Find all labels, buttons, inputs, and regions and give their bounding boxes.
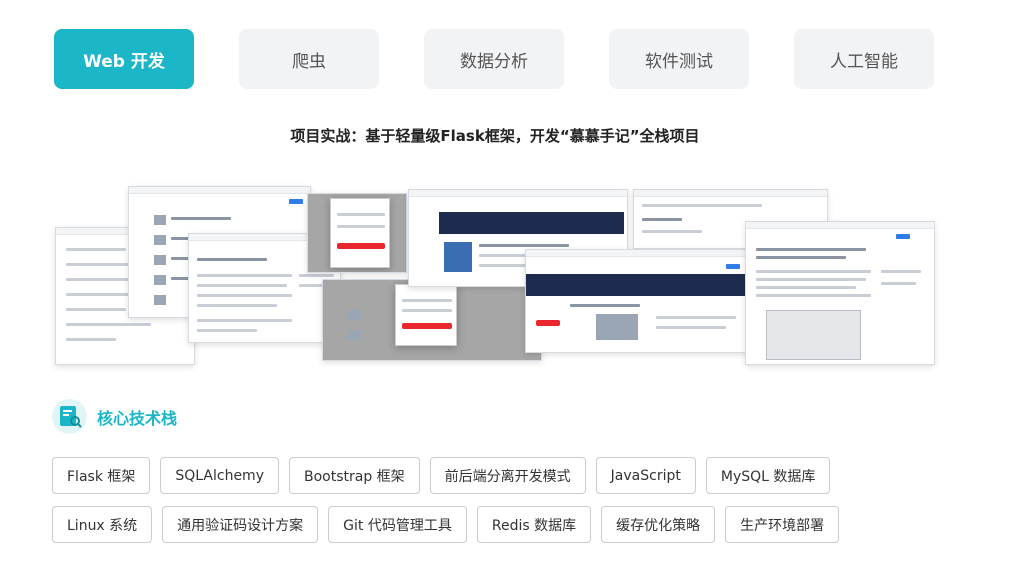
screenshot-login-modal [307,193,407,273]
tab-software-testing[interactable]: 软件测试 [609,29,749,89]
tech-tag: SQLAlchemy [160,457,279,494]
screenshot-article-sketch [745,221,935,365]
tech-tag: JavaScript [595,457,696,494]
tech-stack-title: 核心技术栈 [97,408,178,428]
tech-tag: Flask 框架 [52,457,151,494]
tab-web-dev[interactable]: Web 开发 [54,29,194,89]
tech-tag: Redis 数据库 [476,506,592,543]
tech-tag: Bootstrap 框架 [288,457,420,494]
project-title: 项目实战：基于轻量级Flask框架，开发“慕慕手记”全栈项目 [290,127,700,145]
book-search-icon [52,399,87,434]
category-tabs: Web 开发 爬虫 数据分析 软件测试 人工智能 [54,29,934,89]
tab-ai[interactable]: 人工智能 [794,29,934,89]
screenshot-user-center [525,249,753,353]
tech-tag: Git 代码管理工具 [328,506,467,543]
project-screenshots [55,183,935,365]
tab-data-analysis[interactable]: 数据分析 [424,29,564,89]
tech-tag: 前后端分离开发模式 [429,457,586,494]
tech-tag: Linux 系统 [52,506,153,543]
tech-tag-list: Flask 框架 SQLAlchemy Bootstrap 框架 前后端分离开发… [52,457,872,543]
tech-tag: MySQL 数据库 [705,457,831,494]
tab-crawler[interactable]: 爬虫 [239,29,379,89]
tech-tag: 缓存优化策略 [601,506,716,543]
tech-tag: 通用验证码设计方案 [162,506,319,543]
tech-stack-header: 核心技术栈 [52,399,177,434]
tech-tag: 生产环境部署 [725,506,840,543]
screenshot-register-modal [322,279,542,361]
